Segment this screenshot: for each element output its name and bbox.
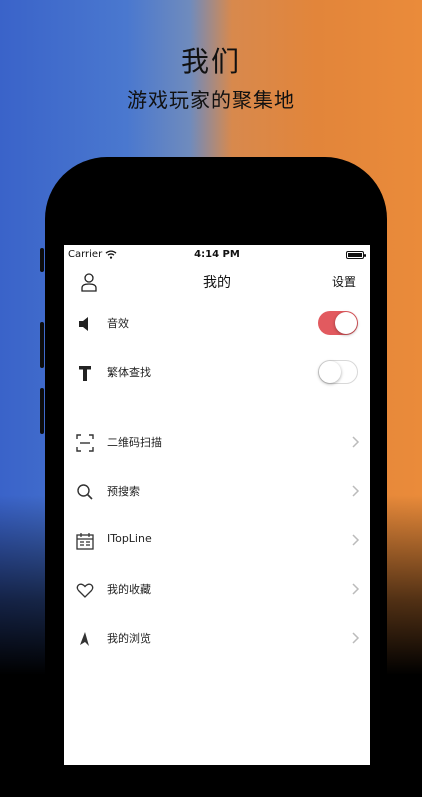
battery-icon: [346, 251, 366, 259]
speaker-icon: [79, 317, 88, 331]
menu-item-itopline[interactable]: ITopLine: [64, 516, 370, 565]
app-screen: Carrier 4:14 PM 我的 设置 音效 繁体查找 二维码扫描 预搜索 …: [64, 245, 370, 765]
menu-item-history[interactable]: 我的浏览: [64, 614, 370, 663]
phone-silent-switch: [40, 248, 44, 272]
page-title: 我的: [203, 275, 231, 291]
compass-icon: [80, 632, 89, 646]
traditional-search-toggle[interactable]: [318, 360, 358, 384]
menu-item-label: ITopLine: [107, 532, 152, 545]
scan-icon: [76, 434, 94, 452]
nav-bar: 我的 设置: [64, 267, 370, 299]
phone-volume-up: [40, 322, 44, 368]
sound-effect-toggle[interactable]: [318, 311, 358, 335]
settings-button[interactable]: 设置: [332, 273, 356, 290]
heart-icon: [76, 583, 94, 598]
menu-item-label: 预搜索: [107, 485, 140, 498]
text-t-icon: [79, 366, 91, 381]
chevron-right-icon: [352, 534, 360, 546]
calendar-icon: [76, 533, 94, 550]
chevron-right-icon: [352, 632, 360, 644]
menu-item-qr-scan[interactable]: 二维码扫描: [64, 418, 370, 467]
menu-item-pre-search[interactable]: 预搜索: [64, 467, 370, 516]
menu-item-favorites[interactable]: 我的收藏: [64, 565, 370, 614]
chevron-right-icon: [352, 436, 360, 448]
menu-item-label: 二维码扫描: [107, 436, 162, 449]
phone-volume-down: [40, 388, 44, 434]
traditional-search-label: 繁体查找: [107, 366, 151, 379]
traditional-search-row: 繁体查找: [64, 348, 370, 397]
hero-subtitle: 游戏玩家的聚集地: [127, 88, 295, 112]
menu-item-label: 我的收藏: [107, 583, 151, 596]
sound-effect-label: 音效: [107, 317, 129, 330]
menu-item-label: 我的浏览: [107, 632, 151, 645]
hero-title: 我们: [180, 45, 241, 78]
status-bar: Carrier 4:14 PM: [64, 245, 370, 265]
sound-effect-row: 音效: [64, 299, 370, 348]
chevron-right-icon: [352, 583, 360, 595]
status-time: 4:14 PM: [194, 249, 240, 260]
search-icon: [77, 484, 93, 500]
chevron-right-icon: [352, 485, 360, 497]
